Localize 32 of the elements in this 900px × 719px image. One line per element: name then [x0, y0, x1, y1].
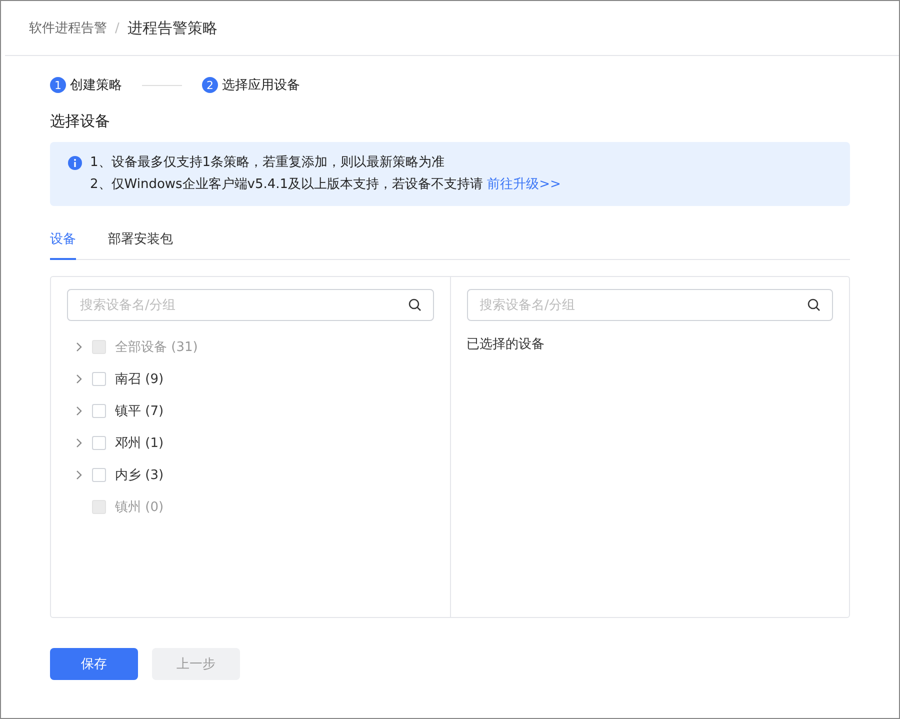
tree-item-label[interactable]: 内乡 (3): [115, 466, 164, 484]
checkbox[interactable]: [92, 404, 106, 418]
search-field[interactable]: 搜索设备名/分组: [67, 289, 434, 321]
chevron-right-icon[interactable]: [76, 374, 82, 384]
checkbox[interactable]: [92, 468, 106, 482]
search-field[interactable]: 搜索设备名/分组: [466, 289, 833, 321]
breadcrumb-item[interactable]: 软件进程告警: [29, 19, 107, 37]
step-label: 创建策略: [70, 77, 122, 94]
section-title: 选择设备: [50, 112, 111, 132]
step-label: 选择应用设备: [222, 77, 300, 94]
tree-item-label[interactable]: 邓州 (1): [115, 434, 164, 452]
notice-text: 2、仅Windows企业客户端v5.4.1及以上版本支持，若设备不支持请: [90, 177, 484, 192]
chevron-right-icon[interactable]: [76, 406, 82, 416]
notice-text: 1、设备最多仅支持1条策略，若重复添加，则以最新策略为准: [90, 155, 445, 170]
info-icon: [68, 156, 82, 170]
checkbox[interactable]: [92, 372, 106, 386]
chevron-right-icon[interactable]: [76, 470, 82, 480]
tree-item-label[interactable]: 南召 (9): [115, 370, 164, 388]
upgrade-link[interactable]: 前往升级>>: [487, 177, 561, 192]
save-button[interactable]: 保存: [50, 648, 138, 680]
tab[interactable]: 部署安装包: [108, 230, 173, 260]
checkbox[interactable]: [92, 436, 106, 450]
step-number: 2: [202, 77, 218, 93]
selected-devices-label: 已选择的设备: [466, 336, 546, 353]
tab[interactable]: 设备: [50, 230, 76, 260]
step-number: 1: [50, 77, 66, 93]
search-icon[interactable]: [408, 298, 422, 312]
tree-item-label[interactable]: 镇平 (7): [115, 402, 164, 420]
chevron-right-icon[interactable]: [76, 438, 82, 448]
breadcrumb-separator: /: [115, 20, 120, 36]
breadcrumb-item: 进程告警策略: [127, 18, 218, 38]
search-icon[interactable]: [807, 298, 821, 312]
